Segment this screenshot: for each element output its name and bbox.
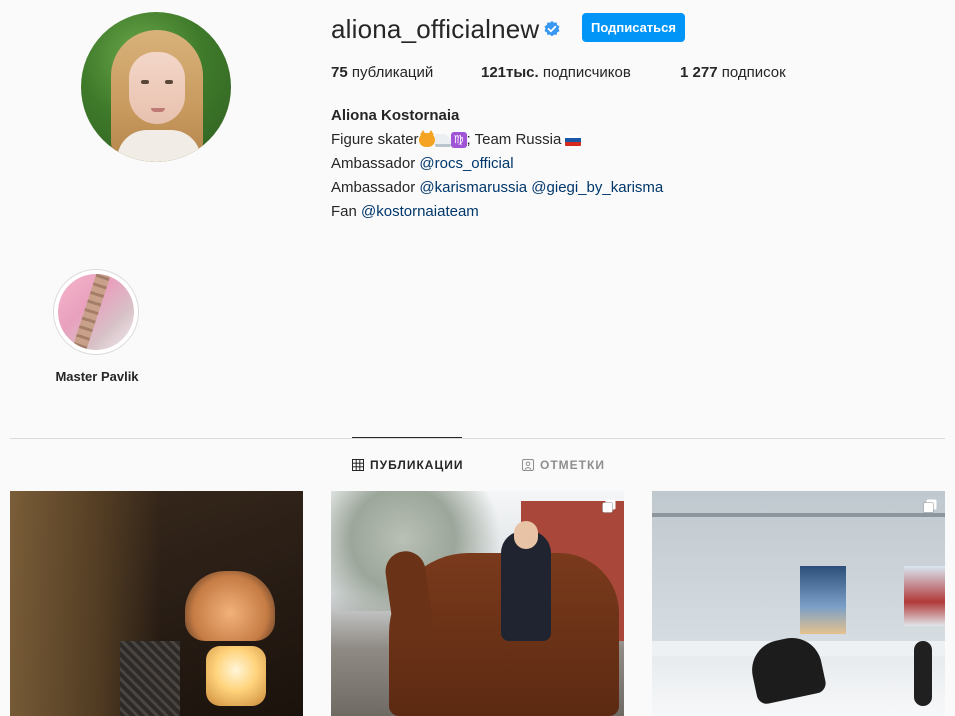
avatar-eye-right xyxy=(165,80,173,84)
stat-followers-value: 121тыс. xyxy=(481,64,539,81)
stat-posts[interactable]: 75 публикаций xyxy=(331,64,433,81)
profile-page: aliona_officialnew Подписаться 75 публик… xyxy=(0,0,955,716)
carousel-icon xyxy=(602,499,616,513)
stat-following[interactable]: 1 277 подписок xyxy=(680,64,786,81)
stat-posts-value: 75 xyxy=(331,64,348,81)
cat-face-emoji-icon xyxy=(418,130,435,148)
bio-line-4-prefix: Fan xyxy=(331,203,362,220)
bio-line-4: Fan @kostornaiateam xyxy=(331,200,663,224)
bio-line-3: Ambassador @karismarussia @giegi_by_kari… xyxy=(331,176,663,200)
stat-following-label: подписок xyxy=(721,64,786,81)
active-tab-indicator xyxy=(352,437,462,438)
grid-icon xyxy=(352,459,364,471)
verified-badge-icon xyxy=(544,20,560,37)
carousel-icon xyxy=(923,499,937,513)
tabs-divider xyxy=(10,438,945,439)
post-1-candle xyxy=(206,646,266,706)
post-2-rider-head xyxy=(514,521,538,549)
post-3-coach xyxy=(914,641,932,706)
avatar-shirt xyxy=(117,130,201,162)
avatar-face xyxy=(129,52,185,124)
stat-following-value: 1 277 xyxy=(680,64,718,81)
tab-tagged[interactable]: ОТМЕТКИ xyxy=(522,458,605,472)
russia-flag-emoji-icon xyxy=(565,134,582,146)
post-3-banner-2 xyxy=(904,566,945,626)
tag-person-icon xyxy=(522,459,534,471)
tab-posts[interactable]: ПУБЛИКАЦИИ xyxy=(352,458,463,472)
post-3-beam xyxy=(652,513,945,517)
profile-bio: Aliona Kostornaia Figure skater ♍; Team R… xyxy=(331,104,663,224)
stat-posts-label: публикаций xyxy=(351,64,434,81)
post-3-banner-1 xyxy=(800,566,846,634)
ice-skate-emoji-icon xyxy=(434,133,451,147)
post-thumbnail-3[interactable] xyxy=(652,491,945,716)
bio-line-2: Ambassador @rocs_official xyxy=(331,152,663,176)
full-name: Aliona Kostornaia xyxy=(331,107,460,124)
username: aliona_officialnew xyxy=(331,14,540,44)
post-1-sleeve xyxy=(120,641,180,716)
bio-line-1-prefix: Figure skater xyxy=(331,131,419,148)
post-thumbnail-1[interactable] xyxy=(10,491,303,716)
tab-tagged-label: ОТМЕТКИ xyxy=(540,458,605,472)
tab-posts-label: ПУБЛИКАЦИИ xyxy=(370,458,464,472)
highlight-thumbnail xyxy=(58,274,134,350)
follow-button[interactable]: Подписаться xyxy=(582,13,685,42)
highlight-label: Master Pavlik xyxy=(55,369,139,384)
post-thumbnail-2[interactable] xyxy=(331,491,624,716)
mention-link-kostornaiateam[interactable]: @kostornaiateam xyxy=(361,203,479,220)
bio-line-3-prefix: Ambassador xyxy=(331,179,420,196)
bio-line-1: Figure skater ♍; Team Russia xyxy=(331,128,663,152)
bio-line-2-prefix: Ambassador xyxy=(331,155,420,172)
profile-avatar[interactable] xyxy=(81,12,231,162)
mention-link-giegi-by-karisma[interactable]: @giegi_by_karisma xyxy=(531,179,663,196)
mention-link-rocs-official[interactable]: @rocs_official xyxy=(419,155,513,172)
bio-line-1-mid: ; Team Russia xyxy=(466,131,566,148)
post-1-hands xyxy=(185,571,275,641)
highlight-braid xyxy=(70,274,112,350)
virgo-emoji-icon: ♍ xyxy=(450,132,467,149)
mention-link-karismarussia[interactable]: @karismarussia xyxy=(419,179,527,196)
stat-followers[interactable]: 121тыс. подписчиков xyxy=(481,64,631,81)
stat-followers-label: подписчиков xyxy=(542,64,631,81)
avatar-mouth xyxy=(151,108,165,112)
avatar-eye-left xyxy=(141,80,149,84)
